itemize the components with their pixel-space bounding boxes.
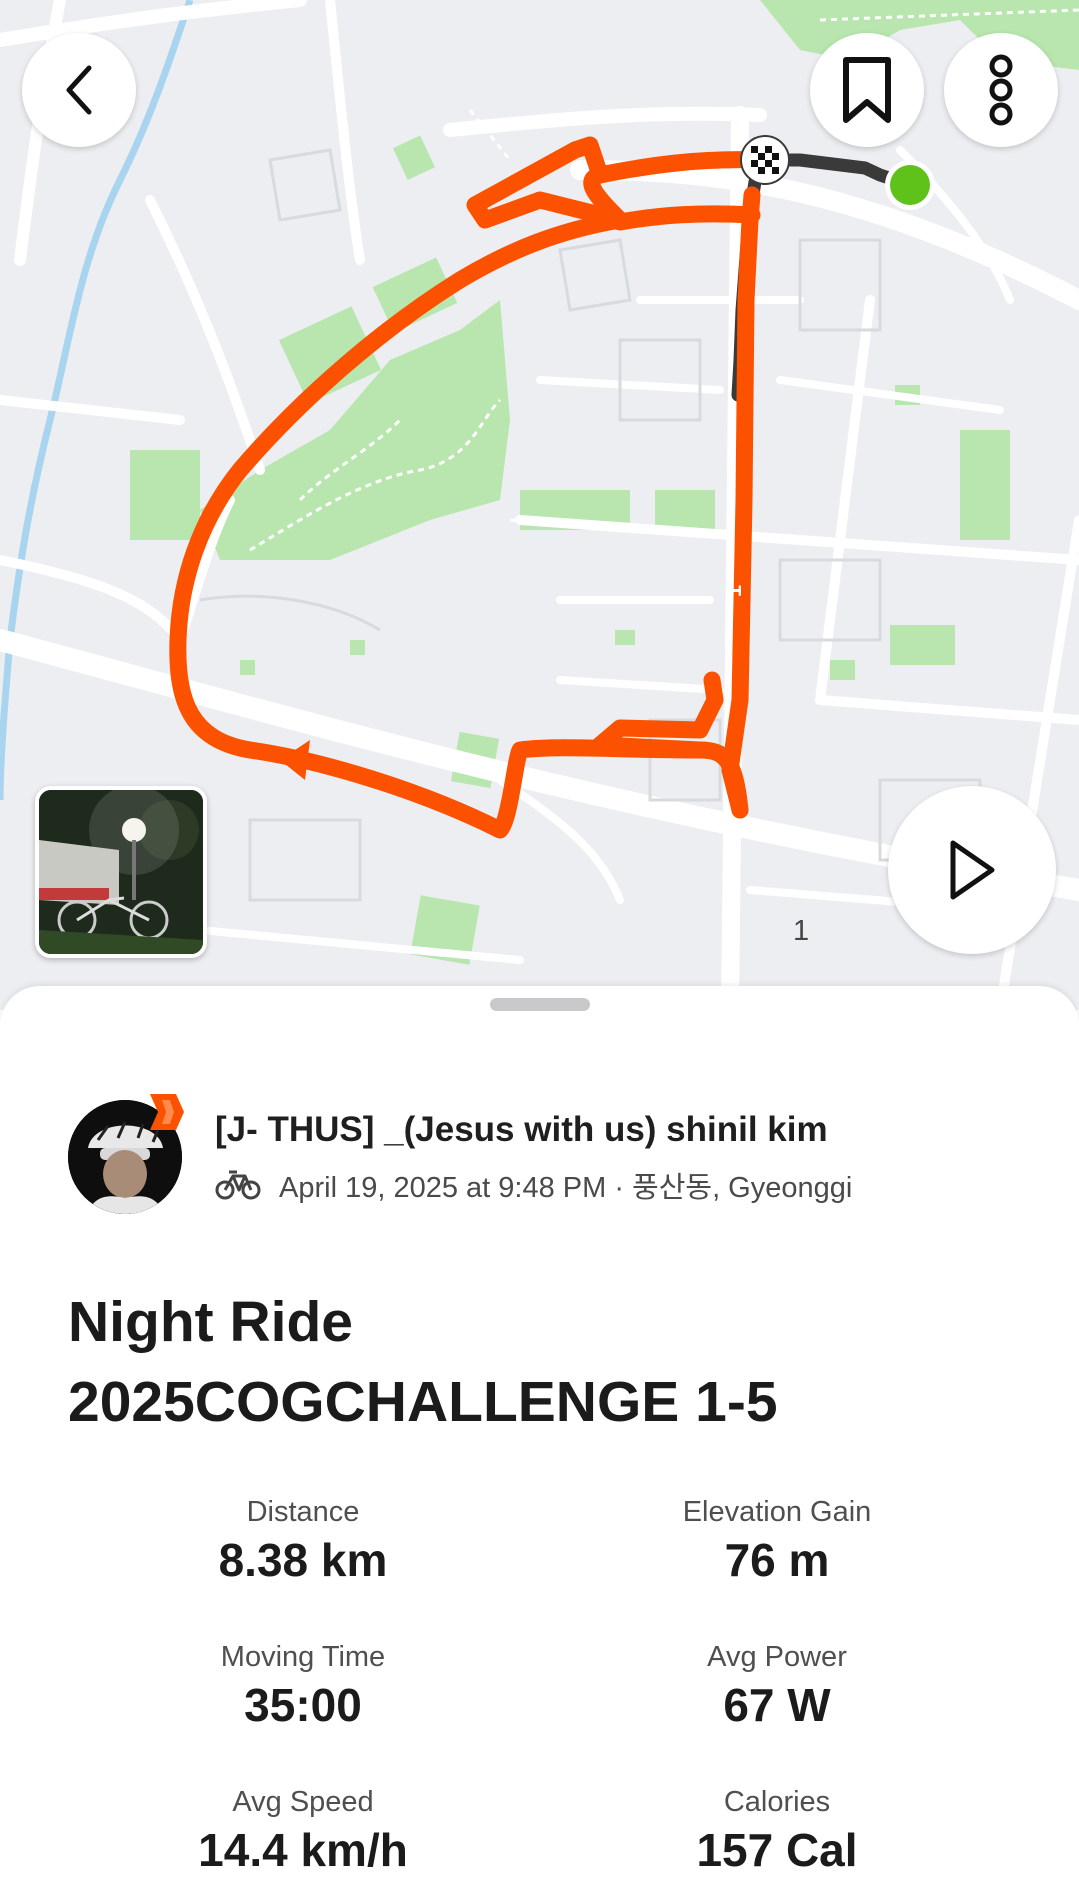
stat-label: Calories <box>723 1786 831 1818</box>
bookmark-icon <box>843 57 891 123</box>
stat-value: 8.38 km <box>218 1534 388 1586</box>
photo-image <box>39 790 203 954</box>
bike-icon <box>215 1170 261 1200</box>
finish-flag-icon <box>740 135 790 185</box>
athlete-name[interactable]: [J- THUS] _(Jesus with us) shinil kim <box>215 1110 828 1150</box>
stat-value: 35:00 <box>244 1679 362 1731</box>
activity-title-line2: 2025COGCHALLENGE 1-5 <box>68 1370 778 1434</box>
stat-label: Distance <box>246 1496 360 1528</box>
stat-value: 76 m <box>724 1534 830 1586</box>
activity-date-location: April 19, 2025 at 9:48 PM · 풍산동, Gyeongg… <box>279 1172 853 1204</box>
stat-calories: Calories 157 Cal <box>507 1786 1047 1877</box>
stat-avg-speed: Avg Speed 14.4 km/h <box>33 1786 573 1877</box>
sheet-drag-handle[interactable] <box>490 998 590 1011</box>
stat-label: Avg Power <box>707 1641 847 1673</box>
back-button[interactable] <box>22 33 136 147</box>
stat-label: Moving Time <box>220 1641 386 1673</box>
more-options-button[interactable] <box>944 33 1058 147</box>
activity-title: Night Ride 2025COGCHALLENGE 1-5 <box>68 1282 778 1442</box>
stat-avg-power: Avg Power 67 W <box>507 1641 1047 1732</box>
lap-marker-bottom: 1 <box>793 915 810 947</box>
play-icon <box>950 840 995 900</box>
stat-value: 67 W <box>723 1679 831 1731</box>
stat-value: 14.4 km/h <box>198 1824 408 1876</box>
subscriber-badge-icon <box>150 1094 184 1130</box>
stat-value: 157 Cal <box>696 1824 858 1876</box>
activity-title-line1: Night Ride <box>68 1290 353 1354</box>
bookmark-button[interactable] <box>810 33 924 147</box>
activity-meta: April 19, 2025 at 9:48 PM · 풍산동, Gyeongg… <box>215 1164 852 1206</box>
lap-marker-route: 1 <box>721 584 747 598</box>
stat-label: Elevation Gain <box>682 1496 872 1528</box>
start-dot-icon <box>885 160 935 210</box>
stat-elevation-gain: Elevation Gain 76 m <box>507 1496 1047 1587</box>
stat-distance: Distance 8.38 km <box>33 1496 573 1587</box>
activity-sheet[interactable]: [J- THUS] _(Jesus with us) shinil kim Ap… <box>0 986 1079 1899</box>
stat-label: Avg Speed <box>232 1786 374 1818</box>
play-flyover-button[interactable] <box>888 786 1056 954</box>
activity-photo-thumbnail[interactable] <box>35 786 207 958</box>
more-vertical-icon <box>989 54 1013 126</box>
route-map[interactable]: 1 1 <box>0 0 1079 1010</box>
chevron-left-icon <box>66 65 92 115</box>
stat-moving-time: Moving Time 35:00 <box>33 1641 573 1732</box>
